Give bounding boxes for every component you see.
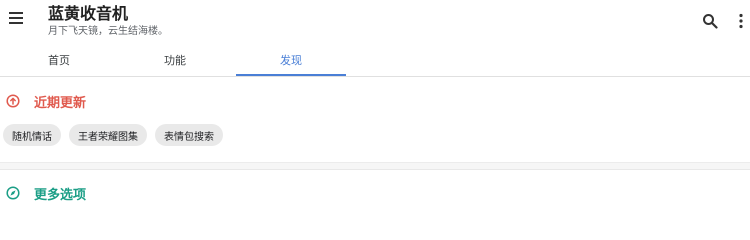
- tab-features[interactable]: 功能: [120, 46, 230, 74]
- recent-chips: 随机情话 王者荣耀图集 表情包搜索: [3, 124, 223, 148]
- tab-indicator: [236, 74, 346, 76]
- menu-icon: [9, 12, 23, 24]
- more-options-button[interactable]: [731, 11, 750, 31]
- search-button[interactable]: [700, 11, 720, 31]
- section-more-title: 更多选项: [34, 187, 87, 203]
- app-bar: 蓝黄收音机 月下飞天镜，云生结海楼。: [0, 0, 750, 46]
- section-recent-header: 近期更新: [0, 89, 750, 113]
- chip-sticker-search[interactable]: 表情包搜索: [155, 124, 223, 146]
- chip-random-love-words[interactable]: 随机情话: [3, 124, 61, 146]
- section-more-header: 更多选项: [0, 181, 750, 205]
- page: 蓝黄收音机 月下飞天镜，云生结海楼。 首页 功能 发现 近期更新 随机情话 王者…: [0, 0, 750, 220]
- more-vert-icon: [739, 13, 743, 29]
- chip-honor-of-kings-gallery[interactable]: 王者荣耀图集: [69, 124, 147, 146]
- tab-bar: 首页 功能 发现: [0, 46, 750, 77]
- app-title: 蓝黄收音机: [48, 4, 129, 23]
- compass-icon: [6, 186, 20, 200]
- arrow-up-circle-icon: [6, 94, 20, 108]
- tab-home[interactable]: 首页: [4, 46, 114, 74]
- section-recent-title: 近期更新: [34, 95, 87, 111]
- section-divider-bottom: [0, 169, 750, 170]
- search-icon: [703, 14, 718, 29]
- tab-discover[interactable]: 发现: [236, 46, 346, 74]
- app-subtitle: 月下飞天镜，云生结海楼。: [48, 26, 168, 37]
- menu-button[interactable]: [6, 8, 26, 28]
